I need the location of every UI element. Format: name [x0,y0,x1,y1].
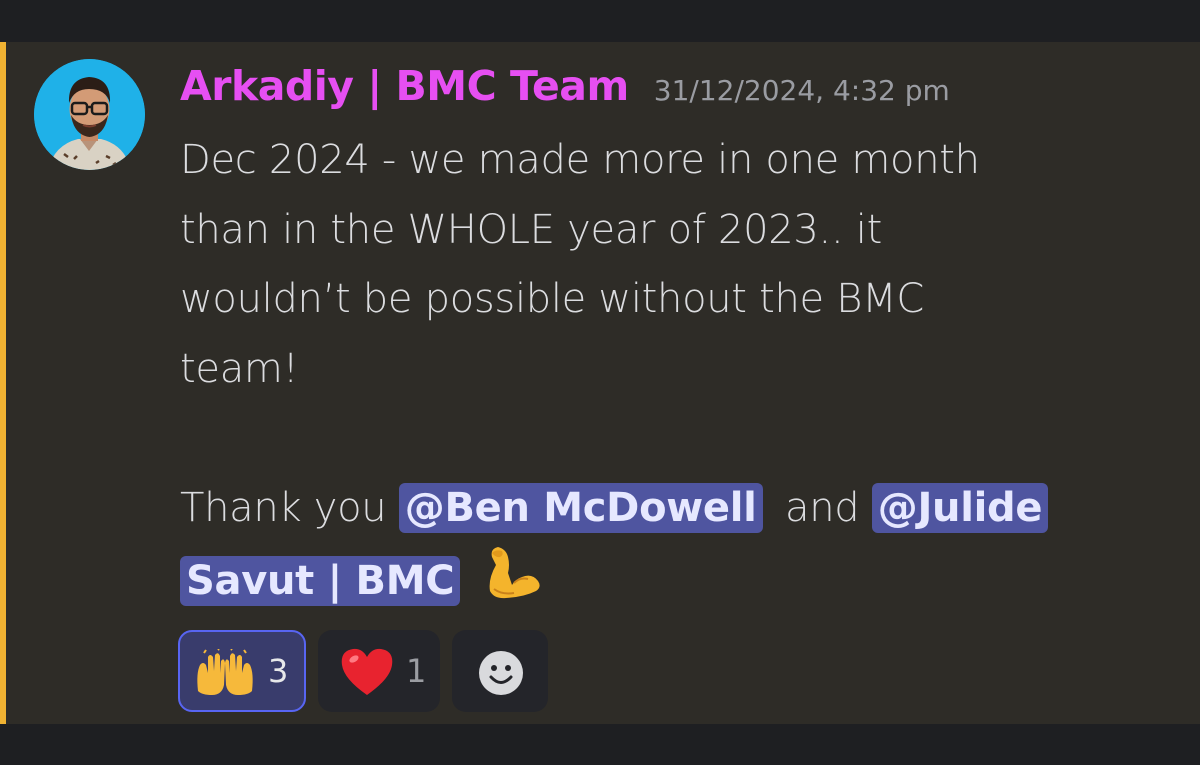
smiley-icon [478,650,524,700]
reaction-count: 1 [406,652,427,690]
red-heart-icon [340,647,394,701]
message-line: wouldn’t be possible without the BMC [180,276,924,322]
highlight-bar [0,42,6,724]
thanks-line-2: Savut | BMC [180,543,1170,624]
message-timestamp: 31/12/2024, 4:32 pm [653,74,950,107]
message-body: Dec 2024 - we made more in one month tha… [180,126,1170,624]
reaction-count: 3 [268,652,289,690]
reaction-raising-hands[interactable]: 3 [178,630,306,712]
message-container: Arkadiy | BMC Team 31/12/2024, 4:32 pm D… [0,42,1200,724]
add-reaction-button[interactable] [452,630,548,712]
avatar[interactable] [34,59,145,170]
message-line: team! [180,345,299,392]
top-bar [0,0,1200,42]
flexed-biceps-icon [480,543,542,624]
thanks-line: Thank you @Ben McDowell and @Julide [180,474,1170,544]
message-line: than in the WHOLE year of 2023.. it [180,206,883,253]
reaction-heart[interactable]: 1 [318,630,440,712]
message-header: Arkadiy | BMC Team 31/12/2024, 4:32 pm [180,62,950,112]
and-text: and [772,484,872,531]
mention-julide-savut-part1[interactable]: @Julide [871,482,1049,533]
mention-julide-savut-part2[interactable]: Savut | BMC [180,556,461,607]
bottom-bar [0,724,1200,765]
author-name[interactable]: Arkadiy | BMC Team [180,62,629,110]
raising-hands-icon [194,648,256,703]
thanks-text: Thank you [180,484,399,531]
message-line: Dec 2024 - we made more in one month [180,137,980,183]
mention-ben-mcdowell[interactable]: @Ben McDowell [398,482,763,533]
